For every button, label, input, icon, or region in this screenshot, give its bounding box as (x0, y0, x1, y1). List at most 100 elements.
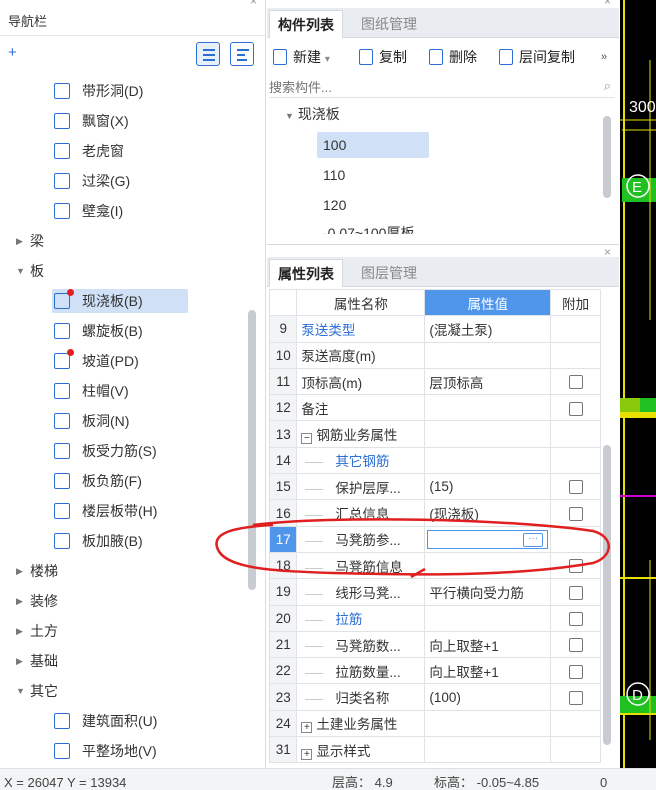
ellipsis-button[interactable]: ··· (523, 532, 544, 547)
attach-checkbox[interactable] (568, 375, 583, 390)
property-value-cell[interactable]: (100) (424, 683, 552, 711)
tab-property-list[interactable]: 属性列表 (269, 259, 343, 287)
copy-button[interactable]: 复制 (359, 46, 419, 68)
nav-item-slab-hole[interactable]: 板洞(N) (0, 406, 250, 436)
nav-item-cast-slab[interactable]: 现浇板(B) (0, 286, 250, 316)
attach-checkbox[interactable] (568, 611, 583, 626)
nav-item-bay-window[interactable]: 飘窗(X) (0, 106, 250, 136)
property-row[interactable]: 23 归类名称 (100) (268, 683, 601, 711)
nav-item-slab-strip[interactable]: 楼层板带(H) (0, 496, 250, 526)
component-list-item[interactable]: -0.07~100厚板 (317, 222, 429, 234)
attach-checkbox[interactable] (568, 401, 583, 416)
component-list-item[interactable]: 110 (317, 162, 429, 188)
drawing-canvas[interactable]: 300 E D (620, 0, 656, 768)
attach-checkbox[interactable] (568, 638, 583, 653)
property-row[interactable]: 14 其它钢筋 (268, 446, 601, 475)
property-row[interactable]: 18 马凳筋信息 (268, 551, 601, 580)
property-value-cell[interactable]: (现浇板) (424, 499, 552, 527)
nav-item-spiral-slab[interactable]: 螺旋板(B) (0, 316, 250, 346)
component-tree-root[interactable]: ▼ 现浇板 (285, 104, 340, 124)
property-extra-header[interactable]: 附加 (550, 288, 601, 317)
attach-checkbox[interactable] (568, 559, 583, 574)
nav-cat-stair[interactable]: ▶ 楼梯 (0, 556, 250, 586)
chevron-right-icon[interactable]: ▶ (16, 226, 23, 256)
expand-icon[interactable]: + (301, 748, 313, 760)
component-list-item[interactable]: 100 (317, 132, 429, 158)
property-value-cell[interactable]: (混凝土泵) (424, 315, 552, 343)
component-search-input[interactable] (269, 76, 569, 98)
property-value-cell[interactable] (424, 709, 552, 738)
chevron-right-icon[interactable]: ▶ (16, 646, 23, 676)
nav-item-slab-neg-rebar[interactable]: 板负筋(F) (0, 466, 250, 496)
property-value-cell[interactable] (424, 736, 552, 764)
chevron-right-icon[interactable]: ▶ (16, 586, 23, 616)
property-name-cell[interactable]: 拉筋 (296, 604, 426, 632)
search-icon[interactable]: ⌕ (604, 78, 611, 94)
property-row[interactable]: 11 顶标高(m) 层顶标高 (268, 367, 601, 396)
property-row[interactable]: 9 泵送类型 (混凝土泵) (268, 315, 601, 343)
property-value-cell[interactable]: (15) (424, 473, 552, 501)
property-value-cell[interactable] (424, 551, 552, 580)
property-value-cell[interactable]: 平行横向受力筋 (424, 578, 552, 606)
expand-icon[interactable]: + (301, 722, 313, 734)
component-scrollbar[interactable] (603, 116, 611, 198)
floor-copy-button[interactable]: 层间复制 (499, 46, 589, 68)
property-row[interactable]: 15 保护层厚... (15) (268, 473, 601, 501)
nav-cat-earthwork[interactable]: ▶ 土方 (0, 616, 250, 646)
collapse-icon[interactable]: − (301, 433, 313, 445)
property-value-cell[interactable]: 层顶标高 (424, 367, 552, 396)
property-row[interactable]: 22 拉筋数量... 向上取整+1 (268, 657, 601, 685)
property-value-cell[interactable]: 向上取整+1 (424, 630, 552, 659)
property-row[interactable]: 13− 钢筋业务属性 (268, 420, 601, 448)
nav-item-dormer[interactable]: 老虎窗 (0, 136, 250, 166)
list-view-button[interactable] (196, 42, 220, 66)
property-scrollbar[interactable] (603, 445, 611, 745)
nav-item-ramp[interactable]: 坡道(PD) (0, 346, 250, 376)
property-value-editor[interactable]: ··· (427, 529, 549, 549)
property-row[interactable]: 24 + 土建业务属性 (268, 709, 601, 738)
chevron-right-icon[interactable]: ▶ (16, 616, 23, 646)
property-value-cell[interactable] (424, 394, 552, 422)
property-row[interactable]: 19 线形马凳... 平行横向受力筋 (268, 578, 601, 606)
attach-checkbox[interactable] (568, 480, 583, 495)
add-sparkle-icon[interactable]: + (8, 44, 17, 61)
nav-cat-other[interactable]: ▼ 其它 (0, 676, 250, 706)
new-button[interactable]: 新建 ▾ (273, 46, 355, 68)
property-row[interactable]: 12 备注 (268, 394, 601, 422)
nav-item-niche[interactable]: 壁龛(I) (0, 196, 250, 226)
nav-item-site-leveling[interactable]: 平整场地(V) (0, 736, 250, 766)
attach-checkbox[interactable] (568, 506, 583, 521)
chevron-down-icon[interactable]: ▼ (16, 256, 25, 286)
property-name-header[interactable]: 属性名称 (296, 288, 426, 317)
component-panel-close-icon[interactable]: × (604, 0, 611, 8)
nav-scrollbar[interactable] (248, 310, 256, 590)
attach-checkbox[interactable] (568, 585, 583, 600)
nav-cat-beam[interactable]: ▶ 梁 (0, 226, 250, 256)
property-row[interactable]: 16 汇总信息 (现浇板) (268, 499, 601, 527)
nav-item-building-area[interactable]: 建筑面积(U) (0, 706, 250, 736)
more-toolbar-button[interactable]: » (601, 46, 615, 68)
tab-layer-management[interactable]: 图层管理 (353, 259, 425, 287)
tab-component-list[interactable]: 构件列表 (269, 10, 343, 38)
nav-item-slab-main-rebar[interactable]: 板受力筋(S) (0, 436, 250, 466)
delete-button[interactable]: 删除 (429, 46, 489, 68)
property-row[interactable]: 20 拉筋 (268, 604, 601, 632)
property-row[interactable]: 21 马凳筋数... 向上取整+1 (268, 630, 601, 659)
property-value-cell[interactable] (424, 604, 552, 632)
property-row[interactable]: 10 泵送高度(m) (268, 341, 601, 369)
attach-checkbox[interactable] (568, 690, 583, 705)
nav-item-column-cap[interactable]: 柱帽(V) (0, 376, 250, 406)
nav-cat-foundation[interactable]: ▶ 基础 (0, 646, 250, 676)
chevron-right-icon[interactable]: ▶ (16, 556, 23, 586)
property-value-cell[interactable] (424, 341, 552, 369)
nav-cat-decoration[interactable]: ▶ 装修 (0, 586, 250, 616)
property-value-cell[interactable]: 向上取整+1 (424, 657, 552, 685)
detail-view-button[interactable] (230, 42, 254, 66)
property-value-cell[interactable]: ··· (424, 525, 552, 553)
nav-item-lintel[interactable]: 过梁(G) (0, 166, 250, 196)
nav-close-icon[interactable]: × (250, 0, 257, 8)
property-row[interactable]: 31 + 显示样式 (268, 736, 601, 764)
property-value-cell[interactable] (424, 446, 552, 475)
property-row[interactable]: 17 马凳筋参... ··· (268, 525, 601, 553)
property-name-cell[interactable]: 其它钢筋 (296, 446, 426, 475)
